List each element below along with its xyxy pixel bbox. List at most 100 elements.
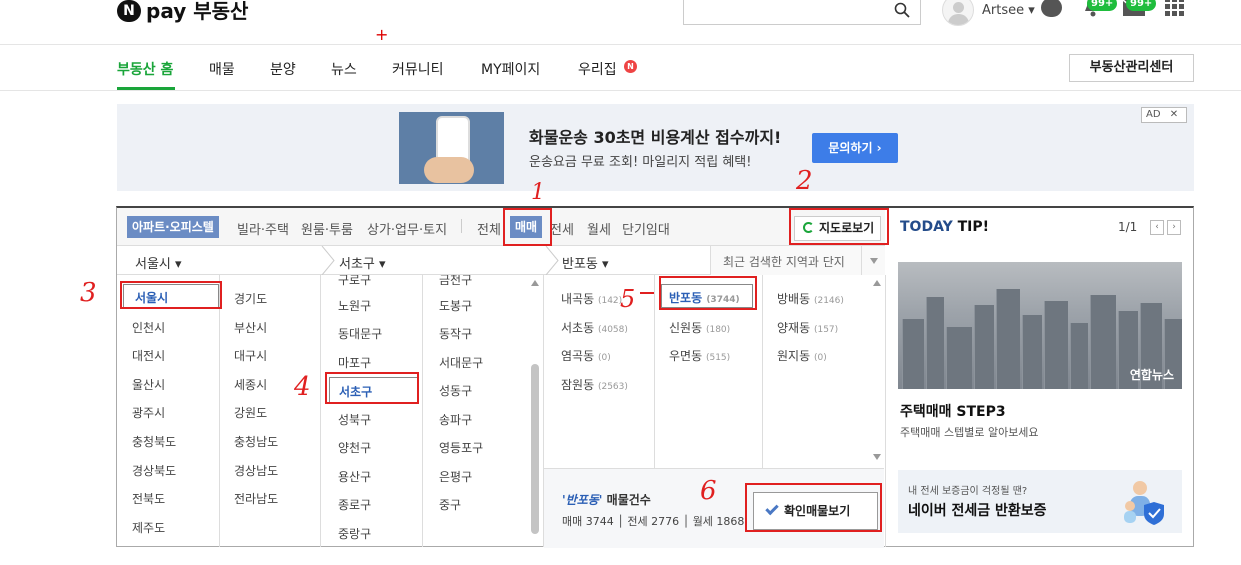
dong-item[interactable]: 서초동 (4058) <box>561 319 628 336</box>
management-center-button[interactable]: 부동산관리센터 <box>1069 54 1194 82</box>
district-item[interactable]: 동작구 <box>439 325 472 342</box>
guarantee-banner[interactable]: 내 전세 보증금이 걱정될 땐? 네이버 전세금 반환보증 <box>898 470 1182 533</box>
scroll-down-icon[interactable] <box>873 454 881 460</box>
tip-next-icon[interactable]: › <box>1167 220 1181 235</box>
city-item[interactable]: 전라남도 <box>234 490 278 507</box>
nav-listings[interactable]: 매물 <box>209 59 235 79</box>
district-item[interactable]: 성동구 <box>439 382 472 399</box>
ad-banner[interactable]: 화물운송 30초면 비용계산 접수까지! 운송요금 무료 조회! 마일리지 적립… <box>117 104 1194 191</box>
hand-icon <box>424 157 474 183</box>
city-item[interactable]: 대전시 <box>132 347 165 364</box>
district-item[interactable]: 노원구 <box>338 297 371 314</box>
city-item[interactable]: 울산시 <box>132 376 165 393</box>
city-item[interactable]: 대구시 <box>234 347 267 364</box>
city-item[interactable]: 광주시 <box>132 404 165 421</box>
search-icon[interactable] <box>894 2 910 18</box>
district-item[interactable]: 마포구 <box>338 354 371 371</box>
tip-photo[interactable]: 연합뉴스 <box>898 262 1182 389</box>
nav-home[interactable]: 부동산 홈 <box>117 59 173 79</box>
dong-dropdown[interactable]: 반포동 ▾ <box>562 253 609 272</box>
city-item[interactable]: 전북도 <box>132 490 165 507</box>
dong-item[interactable]: 염곡동 (0) <box>561 347 611 364</box>
naver-pay-logo-icon[interactable]: N <box>117 0 141 22</box>
dong-item[interactable]: 잠원동 (2563) <box>561 376 628 393</box>
deal-all[interactable]: 전체 <box>477 219 501 238</box>
district-item[interactable]: 동대문구 <box>338 325 382 342</box>
nav-community[interactable]: 커뮤니티 <box>392 59 444 79</box>
avatar[interactable] <box>942 0 974 26</box>
city-item[interactable]: 충청남도 <box>234 433 278 450</box>
tip-prev-icon[interactable]: ‹ <box>1150 220 1164 235</box>
header-divider <box>0 44 1241 45</box>
search-input[interactable] <box>683 0 921 25</box>
tab-commercial[interactable]: 상가·업무·토지 <box>367 219 447 238</box>
apps-grid-icon[interactable] <box>1165 0 1185 16</box>
city-item[interactable]: 제주도 <box>132 519 165 536</box>
nav-mypage[interactable]: MY페이지 <box>481 59 540 79</box>
deal-monthly[interactable]: 월세 <box>587 219 611 238</box>
chat-icon[interactable] <box>1041 0 1062 17</box>
nav-presale[interactable]: 분양 <box>270 59 296 79</box>
recent-search-dropdown[interactable]: 최근 검색한 지역과 단지 <box>710 246 885 275</box>
dong-item[interactable]: 원지동 (0) <box>777 347 827 364</box>
ad-inquiry-button[interactable]: 문의하기 › <box>812 133 898 163</box>
dong-item[interactable]: 신원동 (180) <box>669 319 730 336</box>
district-item[interactable]: 용산구 <box>338 468 371 485</box>
site-logo-text[interactable]: pay 부동산 <box>146 0 248 24</box>
city-item[interactable]: 강원도 <box>234 404 267 421</box>
result-counts: 매매 3744 │ 전세 2776 │ 월세 1868 <box>562 515 745 528</box>
district-item[interactable]: 도봉구 <box>439 297 472 314</box>
city-item[interactable]: 경상남도 <box>234 462 278 479</box>
district-item[interactable]: 중구 <box>439 496 461 513</box>
column-divider <box>219 275 220 547</box>
tab-apartment[interactable]: 아파트·오피스텔 <box>127 216 219 238</box>
city-dropdown[interactable]: 서울시 ▾ <box>135 253 182 272</box>
scroll-up-icon[interactable] <box>531 280 539 286</box>
notification-badge: 99+ <box>1087 0 1118 11</box>
dong-item[interactable]: 방배동 (2146) <box>777 290 844 307</box>
nav-divider <box>0 90 1241 91</box>
tab-oneroom[interactable]: 원룸·투룸 <box>301 219 353 238</box>
annotation-box-2 <box>789 208 889 245</box>
scroll-thumb[interactable] <box>531 364 539 534</box>
result-title: '반포동' 매물건수 <box>562 493 651 507</box>
nav-myhome[interactable]: 우리집 <box>578 59 617 79</box>
district-item[interactable]: 중랑구 <box>338 525 371 542</box>
nav-news[interactable]: 뉴스 <box>331 59 357 79</box>
column-divider <box>654 275 655 468</box>
city-item[interactable]: 충청북도 <box>132 433 176 450</box>
city-item[interactable]: 경상북도 <box>132 462 176 479</box>
dong-item[interactable]: 우면동 (515) <box>669 347 730 364</box>
district-item[interactable]: 성북구 <box>338 411 371 428</box>
city-item[interactable]: 부산시 <box>234 319 267 336</box>
city-item[interactable]: 세종시 <box>234 376 267 393</box>
banner-title: 네이버 전세금 반환보증 <box>908 503 1047 519</box>
district-dropdown[interactable]: 서초구 ▾ <box>339 253 386 272</box>
annotation-number-1: 1 <box>531 180 545 205</box>
district-item[interactable]: 구로구 <box>338 275 371 288</box>
scroll-up-icon[interactable] <box>873 280 881 286</box>
close-icon[interactable]: ✕ <box>1170 109 1178 120</box>
tab-villa[interactable]: 빌라·주택 <box>237 219 289 238</box>
district-item[interactable]: 서대문구 <box>439 354 483 371</box>
district-item[interactable]: 금천구 <box>439 275 472 288</box>
username-menu[interactable]: Artsee ▾ <box>982 3 1035 18</box>
city-item[interactable]: 경기도 <box>234 290 267 307</box>
tip-headline[interactable]: 주택매매 STEP3 <box>900 401 1006 421</box>
dong-scrollbar[interactable] <box>872 278 882 464</box>
city-item[interactable]: 인천시 <box>132 319 165 336</box>
district-scrollbar[interactable] <box>530 278 540 546</box>
district-item[interactable]: 양천구 <box>338 439 371 456</box>
dong-item[interactable]: 양재동 (157) <box>777 319 838 336</box>
district-item[interactable]: 은평구 <box>439 468 472 485</box>
deal-jeonse[interactable]: 전세 <box>550 219 574 238</box>
annotation-number-4: 4 <box>294 372 311 402</box>
deal-short-term[interactable]: 단기임대 <box>622 219 670 238</box>
annotation-number-3: 3 <box>80 278 97 308</box>
dong-item[interactable]: 내곡동 (142) <box>561 290 622 307</box>
district-item[interactable]: 종로구 <box>338 496 371 513</box>
ad-label[interactable]: AD ✕ <box>1141 107 1187 123</box>
chevron-down-icon[interactable] <box>861 246 886 275</box>
district-item[interactable]: 송파구 <box>439 411 472 428</box>
district-item[interactable]: 영등포구 <box>439 439 483 456</box>
